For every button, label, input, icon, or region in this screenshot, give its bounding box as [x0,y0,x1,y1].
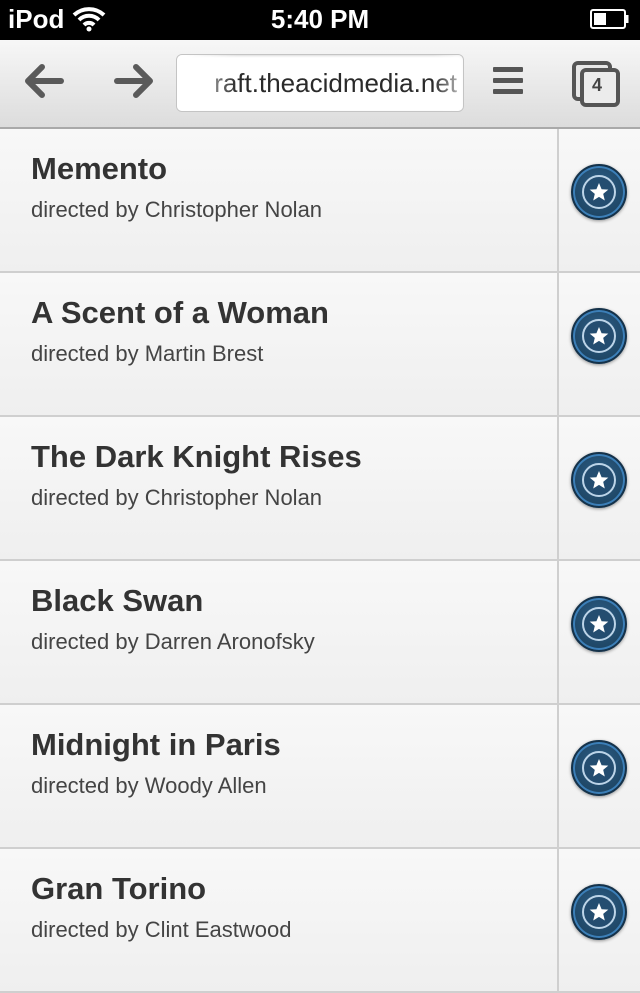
star-icon [582,751,616,785]
favorite-button[interactable] [571,452,627,508]
clock: 5:40 PM [270,4,370,34]
star-icon [582,895,616,929]
star-icon [582,319,616,353]
list-item[interactable]: The Dark Knight Rises directed by Christ… [0,417,640,561]
movie-title: A Scent of a Woman [31,295,329,330]
movie-title: Memento [31,151,168,186]
list-item[interactable]: Midnight in Paris directed by Woody Alle… [0,705,640,849]
movie-director: directed by Woody Allen [31,773,267,798]
movie-title: The Dark Knight Rises [31,439,362,474]
tabs-icon: 4 [572,60,620,107]
star-icon [582,175,616,209]
url-bar[interactable]: raft.theacidmedia.net [176,54,464,112]
browser-toolbar: raft.theacidmedia.net 4 [0,40,640,129]
status-bar: iPod 5:40 PM [0,0,640,40]
movie-director: directed by Clint Eastwood [31,917,292,942]
movie-director: directed by Christopher Nolan [31,485,323,510]
movie-title: Gran Torino [31,871,207,906]
menu-icon [493,64,523,103]
star-icon [582,607,616,641]
row-divider [557,417,559,559]
row-divider [557,561,559,703]
list-item[interactable]: Black Swan directed by Darren Aronofsky [0,561,640,705]
menu-button[interactable] [488,40,528,127]
favorite-button[interactable] [571,164,627,220]
movie-title: Midnight in Paris [31,727,281,762]
tab-count: 4 [591,74,602,95]
list-item[interactable]: Gran Torino directed by Clint Eastwood [0,849,640,993]
url-text: raft.theacidmedia.net [214,68,457,98]
movie-director: directed by Darren Aronofsky [31,629,315,654]
row-divider [557,129,559,271]
favorite-button[interactable] [571,596,627,652]
row-divider [557,849,559,991]
row-divider [557,705,559,847]
battery-icon [590,9,630,34]
list-item[interactable]: A Scent of a Woman directed by Martin Br… [0,273,640,417]
movie-list: Memento directed by Christopher Nolan A … [0,129,640,993]
tabs-button[interactable]: 4 [568,40,624,127]
forward-arrow-icon [114,64,154,103]
favorite-button[interactable] [571,884,627,940]
forward-button[interactable] [108,40,160,127]
list-item[interactable]: Memento directed by Christopher Nolan [0,129,640,273]
movie-director: directed by Martin Brest [31,341,264,366]
row-divider [557,273,559,415]
movie-title: Black Swan [31,583,204,618]
movie-director: directed by Christopher Nolan [31,197,323,222]
back-button[interactable] [18,40,70,127]
favorite-button[interactable] [571,308,627,364]
favorite-button[interactable] [571,740,627,796]
back-arrow-icon [24,64,64,103]
star-icon [582,463,616,497]
